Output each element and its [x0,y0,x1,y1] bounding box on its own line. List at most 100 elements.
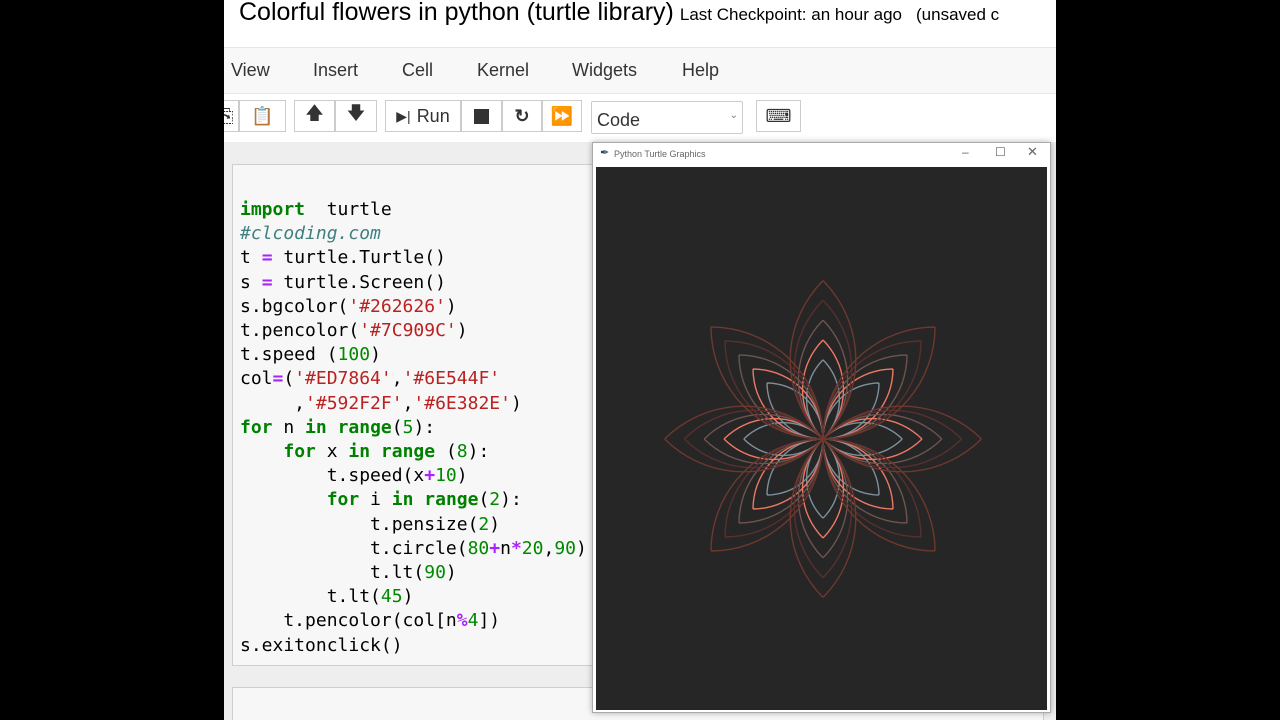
code-token: #clcoding.com [240,223,381,245]
code-token: s [240,271,262,293]
run-all-button[interactable]: ⏩ [542,100,582,132]
code-token: 90 [424,562,446,584]
code-token: 100 [337,344,371,366]
code-line: col=('#ED7864','#6E544F' [240,367,587,391]
code-token: '#262626' [348,295,446,317]
code-token: 5 [402,416,414,438]
code-line: for x in range (8): [240,440,587,464]
code-token: x [315,441,349,463]
code-line: for i in range(2): [240,488,587,512]
menu-widgets[interactable]: Widgets [572,60,637,81]
code-token: '#ED7864' [294,368,392,390]
petal-arc [822,354,908,440]
menu-help[interactable]: Help [682,60,719,81]
code-line: s.exitonclick() [240,634,587,658]
code-token: in [305,416,327,438]
code-editor[interactable]: import turtle #clcoding.com t = turtle.Tur… [240,198,587,658]
code-token: + [424,465,436,487]
maximize-button[interactable]: ☐ [995,145,1006,159]
code-token: t.speed(x [240,465,425,487]
code-token: 20 [521,537,544,559]
unsaved-status: (unsaved c [916,5,1000,24]
code-token: turtle.Screen() [272,271,446,293]
menu-insert[interactable]: Insert [313,60,358,81]
code-line: t.lt(45) [240,585,587,609]
petal-arc [822,438,908,524]
code-token: ( [391,416,403,438]
petal-arc [752,368,824,440]
restart-button[interactable]: ↻ [502,100,542,132]
turtle-canvas[interactable] [596,167,1047,710]
minimize-button[interactable]: – [962,145,969,159]
petal-arc [752,438,824,510]
code-token: in [391,489,414,511]
petal-arc [822,438,894,510]
code-token: = [261,247,273,269]
chevron-down-icon: ⌄ [729,110,738,121]
run-button[interactable]: ▶| Run [385,100,461,132]
fast-forward-icon: ⏩ [550,105,574,126]
petal-arc [738,354,824,440]
menu-bar: View Insert Cell Kernel Widgets Help [224,47,1056,94]
code-line: ,'#592F2F','#6E382E') [240,392,587,416]
close-button[interactable]: ✕ [1027,144,1038,160]
cell-type-select[interactable]: Code ⌄ [591,101,743,134]
menu-kernel[interactable]: Kernel [477,60,529,81]
restart-icon: ↻ [514,105,530,126]
code-line: #clcoding.com [240,222,587,246]
checkpoint-status: Last Checkpoint: an hour ago [679,5,902,24]
command-palette-button[interactable]: ⌨ [756,100,801,132]
code-token: 8 [456,441,468,463]
code-token: t.lt( [240,586,381,608]
code-token: ) [456,465,468,487]
menu-cell[interactable]: Cell [402,60,433,81]
flower-drawing [664,280,982,598]
step-icon: ▶| [396,107,411,124]
petal-arc [738,438,824,524]
code-token: * [510,537,522,559]
code-token: ( [283,368,295,390]
code-token: range [424,489,479,511]
code-token: , [240,392,306,414]
code-token: 10 [435,465,457,487]
code-token: 2 [489,489,501,511]
petal-arc [738,438,824,524]
code-token: ) [576,537,587,559]
code-token: = [261,271,273,293]
code-line: t.pencolor(col[n%4]) [240,609,587,633]
code-line: s.bgcolor('#262626') [240,295,587,319]
feather-icon: ✒ [600,147,610,159]
notebook-name[interactable]: Colorful flowers in python (turtle libra… [239,0,674,26]
code-token: t.lt( [240,562,425,584]
code-token: ) [370,344,381,366]
code-token: , [391,368,403,390]
notebook-title[interactable]: Colorful flowers in python (turtle libra… [239,0,999,27]
code-token: ( [478,489,490,511]
interrupt-button[interactable] [461,100,502,132]
code-token: ): [500,489,522,511]
menu-view[interactable]: View [231,60,270,81]
move-up-button[interactable]: 🡅 [294,100,335,132]
run-label: Run [416,105,450,126]
paste-button[interactable]: 📋 [239,100,286,132]
paste-icon: 📋 [251,105,274,126]
code-token: ]) [478,610,501,632]
code-token: t.pencolor(col[n [240,610,457,632]
code-token: range [337,416,392,438]
code-token: for [240,416,273,438]
code-token: '#6E382E' [413,392,511,414]
code-line: import turtle [240,198,587,222]
code-token: turtle.Turtle() [272,247,446,269]
code-token: import [240,199,306,220]
code-line: t.circle(80+n*20,90) [240,537,587,561]
code-token: s.exitonclick() [240,634,403,656]
move-down-button[interactable]: 🡇 [335,100,377,132]
code-token: ) [489,513,501,535]
code-token: ) [510,392,522,414]
code-token: t.pensize( [240,513,479,535]
code-token: '#7C909C' [359,320,457,342]
copy-button[interactable]: ⎘ [224,100,239,132]
petal-arc [752,368,824,440]
petal-arc [822,354,908,440]
code-token: ( [435,441,457,463]
